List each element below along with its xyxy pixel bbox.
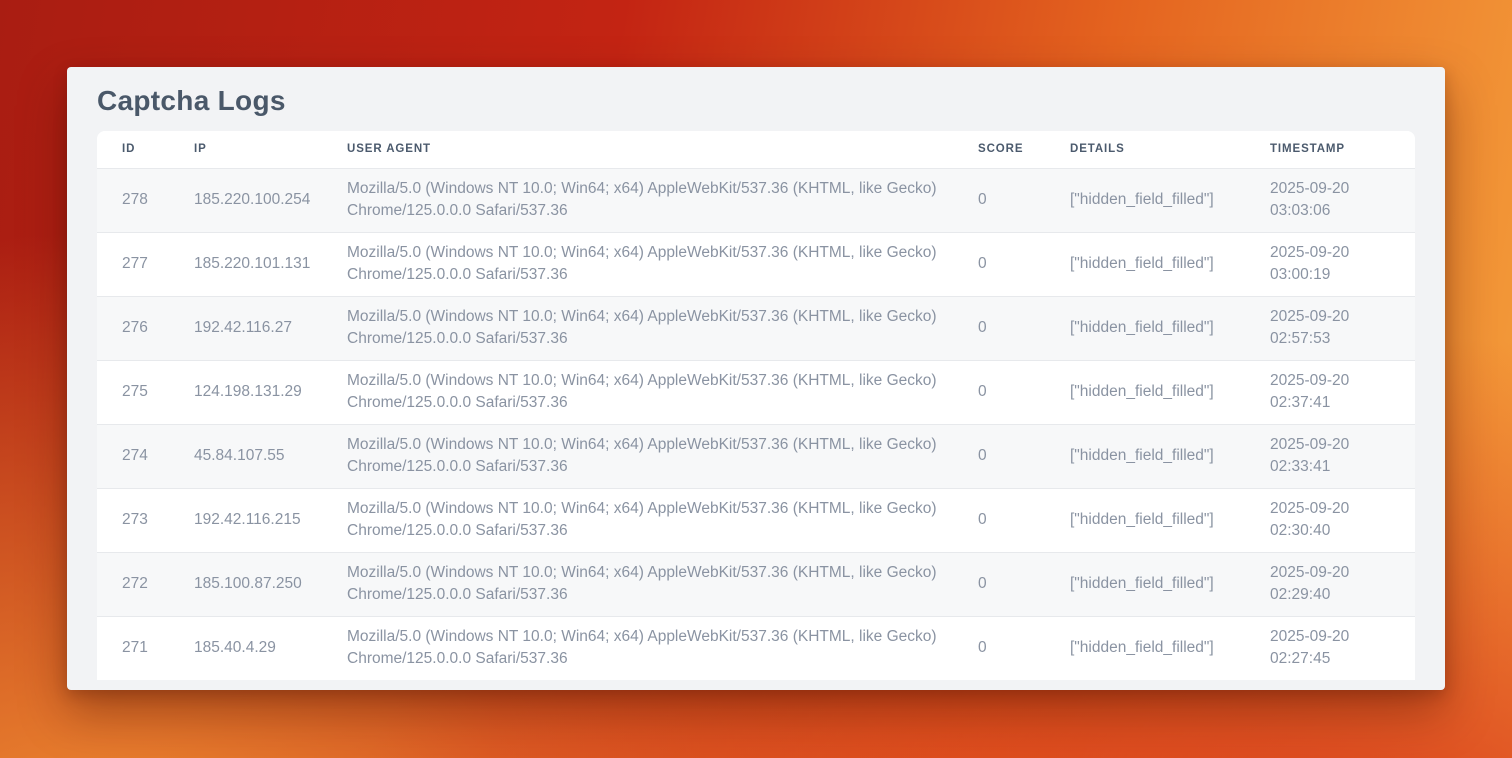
cell-ip: 185.220.101.131 (194, 232, 347, 296)
column-header-user-agent: USER AGENT (347, 131, 978, 168)
cell-ip: 185.40.4.29 (194, 616, 347, 680)
cell-ip: 185.100.87.250 (194, 552, 347, 616)
cell-user-agent: Mozilla/5.0 (Windows NT 10.0; Win64; x64… (347, 168, 978, 232)
cell-score: 0 (978, 296, 1070, 360)
table-row: 271185.40.4.29Mozilla/5.0 (Windows NT 10… (97, 616, 1415, 680)
cell-score: 0 (978, 424, 1070, 488)
cell-user-agent: Mozilla/5.0 (Windows NT 10.0; Win64; x64… (347, 488, 978, 552)
cell-user-agent: Mozilla/5.0 (Windows NT 10.0; Win64; x64… (347, 424, 978, 488)
table-row: 273192.42.116.215Mozilla/5.0 (Windows NT… (97, 488, 1415, 552)
cell-timestamp: 2025-09-20 02:30:40 (1270, 488, 1415, 552)
column-header-details: DETAILS (1070, 131, 1270, 168)
cell-score: 0 (978, 168, 1070, 232)
cell-score: 0 (978, 616, 1070, 680)
column-header-score: SCORE (978, 131, 1070, 168)
column-header-id: ID (97, 131, 194, 168)
table-header-row: ID IP USER AGENT SCORE DETAILS TIMESTAMP (97, 131, 1415, 168)
column-header-ip: IP (194, 131, 347, 168)
logs-table-body: 278185.220.100.254Mozilla/5.0 (Windows N… (97, 168, 1415, 680)
cell-id: 275 (97, 360, 194, 424)
cell-id: 278 (97, 168, 194, 232)
table-row: 277185.220.101.131Mozilla/5.0 (Windows N… (97, 232, 1415, 296)
cell-id: 273 (97, 488, 194, 552)
cell-details: ["hidden_field_filled"] (1070, 232, 1270, 296)
column-header-timestamp: TIMESTAMP (1270, 131, 1415, 168)
cell-score: 0 (978, 552, 1070, 616)
cell-timestamp: 2025-09-20 02:33:41 (1270, 424, 1415, 488)
cell-user-agent: Mozilla/5.0 (Windows NT 10.0; Win64; x64… (347, 616, 978, 680)
captcha-logs-card: Captcha Logs ID IP USER AGENT SCORE DETA… (67, 67, 1445, 690)
cell-details: ["hidden_field_filled"] (1070, 488, 1270, 552)
cell-user-agent: Mozilla/5.0 (Windows NT 10.0; Win64; x64… (347, 232, 978, 296)
cell-id: 277 (97, 232, 194, 296)
table-row: 278185.220.100.254Mozilla/5.0 (Windows N… (97, 168, 1415, 232)
cell-timestamp: 2025-09-20 03:00:19 (1270, 232, 1415, 296)
cell-timestamp: 2025-09-20 03:03:06 (1270, 168, 1415, 232)
cell-details: ["hidden_field_filled"] (1070, 616, 1270, 680)
cell-ip: 192.42.116.215 (194, 488, 347, 552)
logs-table: ID IP USER AGENT SCORE DETAILS TIMESTAMP… (97, 131, 1415, 680)
page-title: Captcha Logs (97, 83, 1445, 119)
cell-ip: 192.42.116.27 (194, 296, 347, 360)
cell-details: ["hidden_field_filled"] (1070, 360, 1270, 424)
desktop-background: { "page_title": "Captcha Logs", "table":… (0, 0, 1512, 758)
cell-id: 274 (97, 424, 194, 488)
cell-timestamp: 2025-09-20 02:27:45 (1270, 616, 1415, 680)
cell-id: 271 (97, 616, 194, 680)
cell-details: ["hidden_field_filled"] (1070, 424, 1270, 488)
cell-details: ["hidden_field_filled"] (1070, 552, 1270, 616)
cell-score: 0 (978, 360, 1070, 424)
cell-details: ["hidden_field_filled"] (1070, 168, 1270, 232)
cell-timestamp: 2025-09-20 02:57:53 (1270, 296, 1415, 360)
cell-user-agent: Mozilla/5.0 (Windows NT 10.0; Win64; x64… (347, 552, 978, 616)
cell-user-agent: Mozilla/5.0 (Windows NT 10.0; Win64; x64… (347, 296, 978, 360)
cell-ip: 45.84.107.55 (194, 424, 347, 488)
cell-ip: 185.220.100.254 (194, 168, 347, 232)
table-row: 275124.198.131.29Mozilla/5.0 (Windows NT… (97, 360, 1415, 424)
cell-id: 272 (97, 552, 194, 616)
cell-timestamp: 2025-09-20 02:29:40 (1270, 552, 1415, 616)
cell-score: 0 (978, 232, 1070, 296)
table-row: 272185.100.87.250Mozilla/5.0 (Windows NT… (97, 552, 1415, 616)
logs-table-container: ID IP USER AGENT SCORE DETAILS TIMESTAMP… (97, 131, 1415, 680)
cell-timestamp: 2025-09-20 02:37:41 (1270, 360, 1415, 424)
cell-score: 0 (978, 488, 1070, 552)
cell-user-agent: Mozilla/5.0 (Windows NT 10.0; Win64; x64… (347, 360, 978, 424)
table-row: 276192.42.116.27Mozilla/5.0 (Windows NT … (97, 296, 1415, 360)
cell-id: 276 (97, 296, 194, 360)
cell-ip: 124.198.131.29 (194, 360, 347, 424)
cell-details: ["hidden_field_filled"] (1070, 296, 1270, 360)
table-row: 27445.84.107.55Mozilla/5.0 (Windows NT 1… (97, 424, 1415, 488)
